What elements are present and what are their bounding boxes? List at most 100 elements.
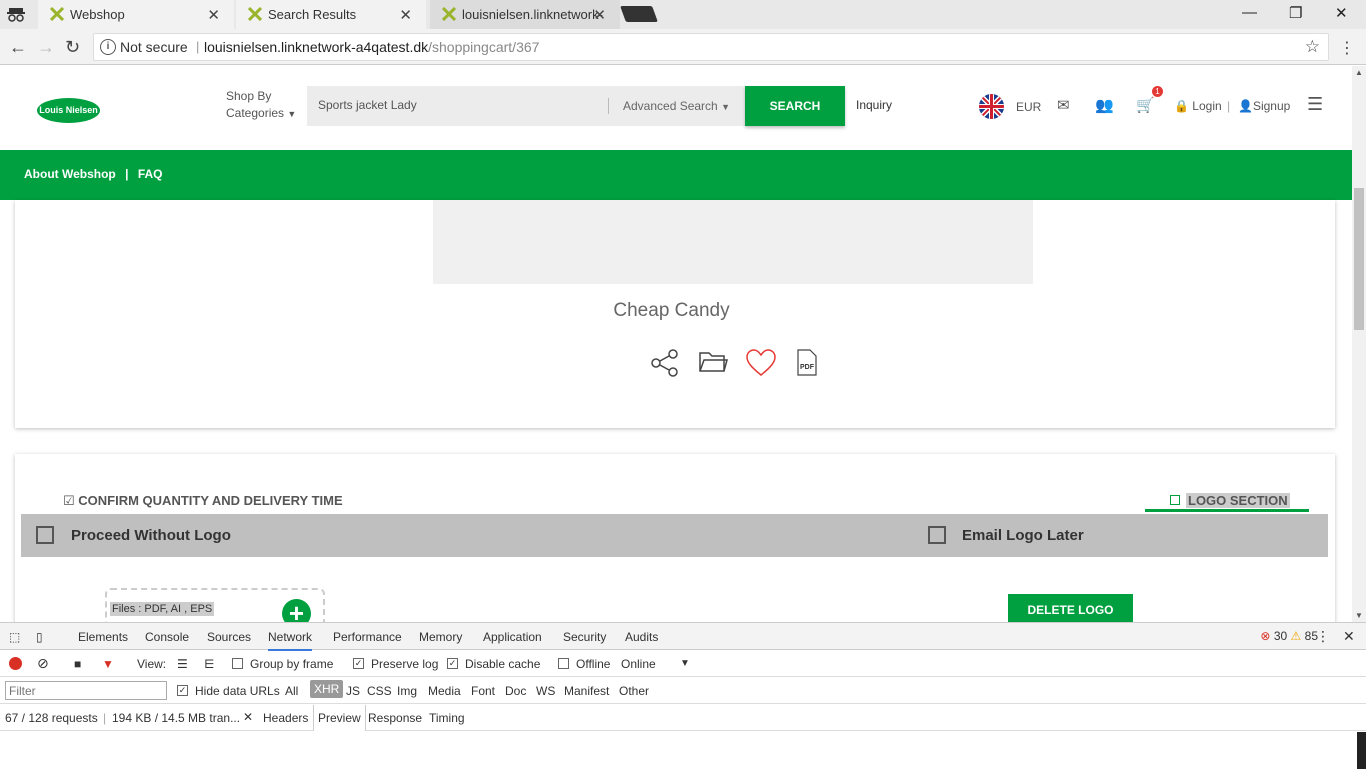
filter-type-doc[interactable]: Doc [505,684,526,698]
close-window-icon[interactable]: ✕ [1335,4,1348,22]
device-toolbar-icon[interactable]: ▯ [36,630,43,644]
disable-cache-label[interactable]: Disable cache [465,657,540,671]
reload-icon[interactable]: ↻ [65,37,80,58]
share-icon[interactable] [651,349,679,377]
envelope-icon[interactable]: ✉ [1057,96,1070,114]
filter-funnel-icon[interactable]: ▼ [102,657,114,671]
logo-section-tab[interactable]: LOGO SECTION [1145,492,1309,512]
filter-type-css[interactable]: CSS [367,684,392,698]
inquiry-link[interactable]: Inquiry [856,98,892,112]
omnibox[interactable]: i Not secure | louisnielsen.linknetwork-… [93,33,1329,61]
detail-tab-timing[interactable]: Timing [429,711,465,725]
close-tab-icon[interactable]: ✕ [399,6,412,24]
cart-icon[interactable]: 🛒 [1136,96,1155,114]
devtools-menu-icon[interactable]: ⋮ [1316,628,1330,645]
scroll-down-icon[interactable]: ▼ [1355,611,1363,620]
devtools-tab-elements[interactable]: Elements [78,630,128,644]
search-box[interactable]: Sports jacket Lady Advanced Search ▼ [307,86,745,126]
devtools-tab-console[interactable]: Console [145,630,189,644]
scroll-up-icon[interactable]: ▲ [1355,68,1363,77]
back-icon[interactable]: ← [9,37,27,58]
site-logo[interactable]: Louis Nielsen [37,98,100,123]
users-icon[interactable]: 👥 [1095,96,1114,114]
browser-menu-icon[interactable]: ⋮ [1339,38,1355,58]
signup-link[interactable]: 👤Signup [1238,99,1290,113]
devtools-tab-application[interactable]: Application [483,630,542,644]
faq-link[interactable]: FAQ [138,167,163,181]
devtools-tab-sources[interactable]: Sources [207,630,251,644]
hamburger-menu-icon[interactable]: ☰ [1307,94,1323,115]
devtools-tab-network[interactable]: Network [268,630,313,651]
email-logo-later-checkbox[interactable] [928,526,946,544]
confirm-quantity-step[interactable]: ☑ CONFIRM QUANTITY AND DELIVERY TIME [63,493,343,509]
group-by-frame-label[interactable]: Group by frame [250,657,333,671]
filter-type-js[interactable]: JS [346,684,360,698]
filter-type-manifest[interactable]: Manifest [564,684,609,698]
about-webshop-link[interactable]: About Webshop [24,167,116,181]
logo-upload-dropzone[interactable]: Files : PDF, AI , EPS + [105,588,325,622]
preserve-log-checkbox[interactable]: ✓ [353,658,364,669]
heart-icon[interactable] [746,349,776,377]
record-icon[interactable] [9,657,22,670]
product-image[interactable] [433,200,1033,284]
devtools-tab-audits[interactable]: Audits [625,630,658,644]
shop-by-categories-dropdown[interactable]: Shop By Categories ▼ [226,88,296,123]
devtools-tab-security[interactable]: Security [563,630,606,644]
offline-label[interactable]: Offline [576,657,610,671]
folder-icon[interactable] [698,349,728,375]
uk-flag-icon[interactable] [979,94,1004,119]
restore-icon[interactable]: ❐ [1289,4,1302,22]
offline-checkbox[interactable] [558,658,569,669]
pdf-icon[interactable]: PDF [795,349,821,377]
search-button[interactable]: SEARCH [745,86,845,126]
delete-logo-button[interactable]: DELETE LOGO [1008,594,1133,622]
tab-webshop[interactable]: Webshop ✕ [38,0,234,29]
filter-type-media[interactable]: Media [428,684,461,698]
inspect-element-icon[interactable]: ⬚ [9,630,20,644]
devtools-tab-memory[interactable]: Memory [419,630,462,644]
filter-type-font[interactable]: Font [471,684,495,698]
new-tab-button[interactable] [620,6,658,22]
detail-tab-headers[interactable]: Headers [263,711,308,725]
close-tab-icon[interactable]: ✕ [207,6,220,24]
filter-type-ws[interactable]: WS [536,684,555,698]
screenshot-camera-icon[interactable]: ■ [74,657,81,671]
detail-tab-preview[interactable]: Preview [313,705,366,731]
info-icon[interactable]: i [100,39,116,55]
devtools-tab-performance[interactable]: Performance [333,630,402,644]
close-devtools-icon[interactable]: ✕ [1343,628,1355,645]
preserve-log-label[interactable]: Preserve log [371,657,438,671]
advanced-search-dropdown[interactable]: Advanced Search ▼ [623,99,730,113]
add-file-icon[interactable]: + [282,599,311,622]
login-link[interactable]: 🔒 Login [1174,99,1222,113]
hide-data-urls-label[interactable]: Hide data URLs [195,684,280,698]
search-input[interactable]: Sports jacket Lady [318,98,417,112]
forward-icon[interactable]: → [37,37,55,58]
hide-data-urls-checkbox[interactable]: ✓ [177,685,188,696]
page-scrollbar[interactable]: ▲ ▼ [1352,66,1366,622]
tab-search-results[interactable]: Search Results ✕ [236,0,426,29]
network-filter-input[interactable] [5,681,167,700]
close-tab-icon[interactable]: ✕ [593,6,606,24]
filter-type-img[interactable]: Img [397,684,417,698]
devtools-issue-counts[interactable]: ⊗ 30 ⚠ 85 [1260,629,1318,643]
detail-scrollbar[interactable] [1357,732,1366,769]
minimize-icon[interactable]: — [1242,4,1257,21]
disable-cache-checkbox[interactable]: ✓ [447,658,458,669]
url-text[interactable]: louisnielsen.linknetwork-a4qatest.dk/sho… [204,39,539,55]
tab-shopping-cart[interactable]: louisnielsen.linknetwork- ✕ [430,0,620,29]
close-detail-icon[interactable]: ✕ [243,710,253,724]
clear-icon[interactable]: ⊘ [37,655,49,672]
currency-selector[interactable]: EUR [1016,100,1041,114]
waterfall-view-icon[interactable]: ⋿ [204,657,214,671]
filter-type-all[interactable]: All [285,684,298,698]
bookmark-star-icon[interactable]: ☆ [1305,37,1320,57]
email-logo-later-label[interactable]: Email Logo Later [962,527,1084,544]
filter-type-other[interactable]: Other [619,684,649,698]
group-by-frame-checkbox[interactable] [232,658,243,669]
scrollbar-thumb[interactable] [1354,188,1364,330]
throttling-caret-icon[interactable]: ▼ [680,658,690,669]
filter-type-xhr[interactable]: XHR [310,680,344,698]
throttling-select[interactable]: Online [621,657,656,671]
proceed-without-logo-label[interactable]: Proceed Without Logo [71,527,231,544]
